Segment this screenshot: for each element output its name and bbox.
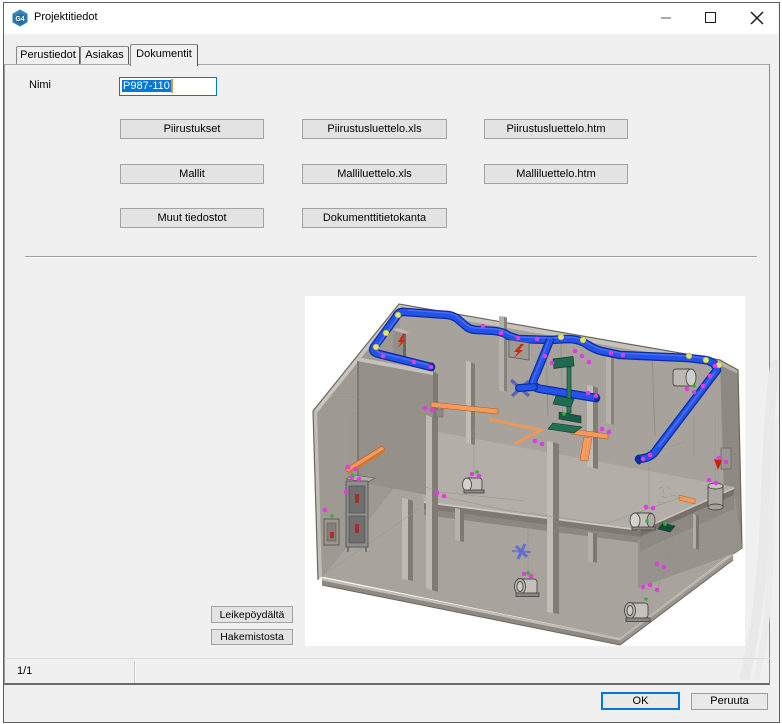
svg-text:G4: G4 bbox=[15, 16, 24, 23]
